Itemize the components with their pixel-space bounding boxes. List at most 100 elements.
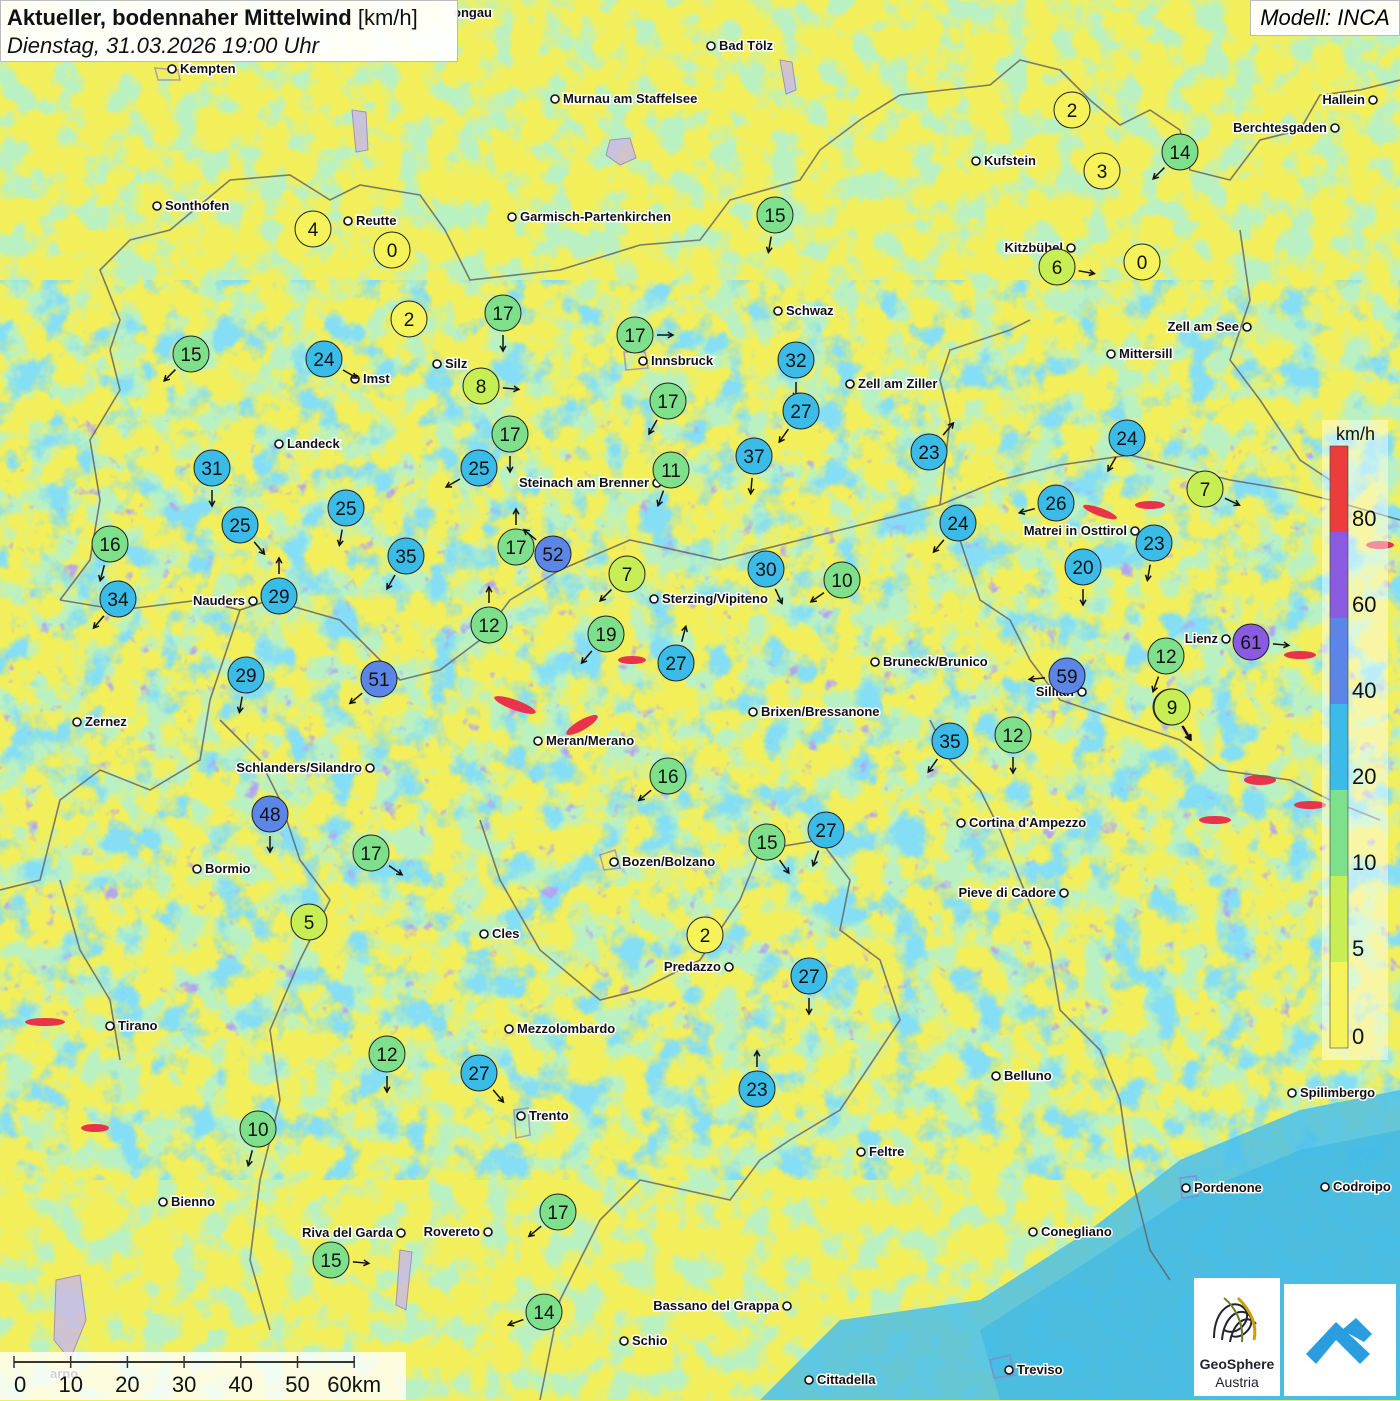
mountain-logo-icon — [1306, 1318, 1372, 1364]
city-label: Spilimbergo — [1300, 1085, 1375, 1100]
city-label: Schwaz — [786, 303, 834, 318]
city-label: Zell am See — [1167, 319, 1239, 334]
city-label: Hallein — [1322, 92, 1365, 107]
wind-speed-value: 17 — [547, 1203, 568, 1224]
city-48: Bassano del Grappa — [652, 1297, 792, 1315]
wind-map[interactable]: Kempten Bad Tölz Murnau am Staffelsee Halle… — [0, 0, 1400, 1400]
wind-speed-value: 17 — [360, 844, 381, 865]
city-dot-icon — [991, 1071, 1001, 1081]
wind-speed-value: 10 — [831, 571, 852, 592]
city-dot-icon — [483, 1227, 493, 1237]
model-label: Modell: INCA — [1250, 0, 1400, 36]
city-label: Belluno — [1004, 1068, 1052, 1083]
city-24: Bruneck/Brunico — [870, 653, 989, 671]
wind-speed-value: 5 — [304, 913, 315, 934]
city-7: Sonthofen — [152, 197, 231, 215]
legend-band — [1330, 962, 1348, 1048]
wind-station-5[interactable]: 4 — [294, 210, 332, 248]
city-label: Landeck — [287, 436, 341, 451]
city-33: Pieve di Cadore — [957, 884, 1069, 902]
legend-band — [1330, 532, 1348, 618]
city-32: Bozen/Bolzano — [609, 853, 717, 871]
city-dot-icon — [1368, 95, 1378, 105]
wind-speed-value: 2 — [1067, 101, 1078, 122]
wind-speed-value: 23 — [918, 443, 939, 464]
wind-station-9[interactable]: 2 — [390, 300, 428, 338]
city-label: Kufstein — [984, 153, 1036, 168]
city-label: ongau — [453, 5, 492, 20]
city-dot-icon — [1130, 526, 1140, 536]
wind-speed-value: 17 — [624, 326, 645, 347]
wind-speed-value: 6 — [1052, 258, 1063, 279]
city-52: ongau — [452, 4, 494, 22]
legend-tick-label: 40 — [1352, 678, 1376, 703]
wind-speed-value: 37 — [743, 447, 764, 468]
wind-speed-value: 25 — [468, 459, 489, 480]
title-box: Aktueller, bodennaher Mittelwind [km/h] … — [0, 0, 458, 62]
wind-station-59[interactable]: 2 — [686, 916, 724, 954]
city-dot-icon — [956, 818, 966, 828]
wind-speed-value: 23 — [1143, 534, 1164, 555]
city-dot-icon — [619, 1336, 629, 1346]
wind-speed-value: 17 — [499, 425, 520, 446]
city-label: Reutte — [356, 213, 396, 228]
wind-station-8[interactable]: 0 — [1123, 243, 1161, 281]
city-30: Cortina d'Ampezzo — [956, 814, 1088, 832]
city-47: Conegliano — [1028, 1223, 1113, 1241]
city-label: Rovereto — [424, 1224, 480, 1239]
city-label: Steinach am Brenner — [519, 475, 649, 490]
city-label: Treviso — [1017, 1362, 1063, 1377]
wind-speed-value: 9 — [1167, 698, 1178, 719]
city-dot-icon — [507, 212, 517, 222]
wind-speed-value: 59 — [1056, 667, 1077, 688]
city-9: Garmisch-Partenkirchen — [507, 208, 673, 226]
wind-speed-value: 2 — [700, 926, 711, 947]
city-dot-icon — [167, 64, 177, 74]
city-label: Riva del Garda — [302, 1225, 394, 1240]
city-dot-icon — [105, 1021, 115, 1031]
city-dot-icon — [72, 717, 82, 727]
city-14: Innsbruck — [638, 352, 715, 370]
wind-speed-value: 11 — [661, 461, 681, 482]
city-label: Conegliano — [1041, 1224, 1112, 1239]
wind-speed-value: 7 — [622, 565, 633, 586]
city-label: Mezzolombardo — [517, 1021, 615, 1036]
wind-speed-value: 3 — [1097, 162, 1108, 183]
city-label: Brixen/Bressanone — [761, 704, 880, 719]
wind-speed-value: 7 — [1200, 480, 1211, 501]
city-label: Pordenone — [1194, 1180, 1262, 1195]
wind-station-6[interactable]: 0 — [373, 231, 411, 269]
city-dot-icon — [1221, 634, 1231, 644]
city-label: Sonthofen — [165, 198, 229, 213]
city-label: Bormio — [205, 861, 251, 876]
legend-tick-label: 10 — [1352, 850, 1376, 875]
city-dot-icon — [152, 201, 162, 211]
wind-speed-value: 12 — [478, 616, 499, 637]
wind-station-3[interactable]: 3 — [1083, 152, 1121, 190]
city-label: Codroipo — [1333, 1179, 1391, 1194]
city-label: Innsbruck — [651, 353, 714, 368]
title-text: Aktueller, bodennaher Mittelwind — [7, 5, 352, 30]
wind-station-58[interactable]: 5 — [290, 903, 328, 941]
wind-speed-value: 27 — [798, 967, 819, 988]
city-dot-icon — [649, 594, 659, 604]
wind-speed-value: 52 — [542, 545, 563, 566]
legend-band — [1330, 704, 1348, 790]
city-label: Zell am Ziller — [858, 376, 937, 391]
city-dot-icon — [192, 864, 202, 874]
wind-station-1[interactable]: 2 — [1053, 91, 1091, 129]
scale-label: 30 — [172, 1372, 196, 1397]
city-dot-icon — [748, 707, 758, 717]
city-dot-icon — [550, 94, 560, 104]
wind-speed-value: 27 — [468, 1064, 489, 1085]
city-dot-icon — [1059, 888, 1069, 898]
wind-speed-value: 17 — [492, 304, 513, 325]
city-dot-icon — [365, 763, 375, 773]
legend-band — [1330, 446, 1348, 532]
wind-speed-value: 29 — [235, 666, 256, 687]
wind-speed-value: 8 — [476, 377, 487, 398]
city-5: Berchtesgaden — [1232, 119, 1340, 137]
city-label: Kempten — [180, 61, 236, 76]
wind-speed-value: 10 — [247, 1120, 268, 1141]
wind-speed-value: 14 — [1169, 143, 1191, 164]
